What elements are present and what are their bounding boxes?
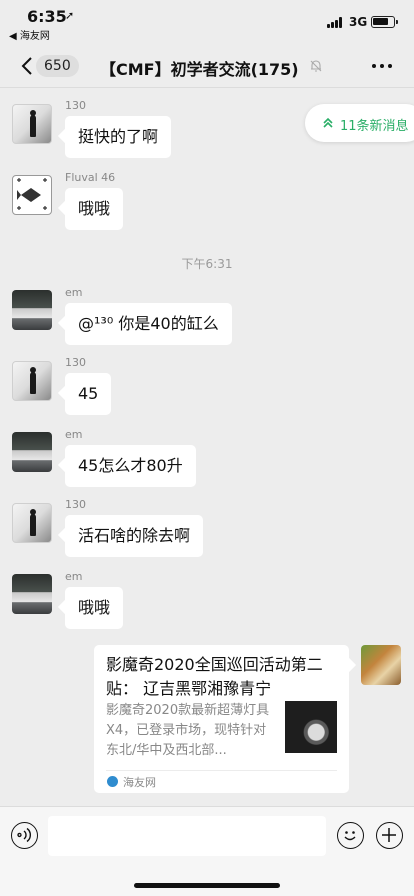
link-card-title: 影魔奇2020全国巡回活动第二贴： 辽吉黑鄂湘豫青宁 [106,655,323,698]
voice-icon[interactable] [11,822,38,849]
link-card-thumbnail [285,701,337,753]
sender-name: em [65,428,83,441]
new-messages-label: 11条新消息 [340,119,409,134]
my-avatar[interactable] [361,645,401,685]
sender-name: 130 [65,498,86,511]
message-bubble[interactable]: 挺快的了啊 [65,116,172,158]
avatar[interactable] [12,503,52,543]
message-input[interactable] [48,816,326,856]
avatar[interactable] [12,290,52,330]
avatar[interactable] [12,361,52,401]
status-time: 6:35 [27,7,67,26]
chat-header: 650 【CMF】初学者交流(175) [0,44,414,88]
sender-name: Fluval 46 [65,171,116,184]
more-icon[interactable] [370,56,394,76]
avatar[interactable] [12,104,52,144]
link-card[interactable]: 影魔奇2020全国巡回活动第二贴： 辽吉黑鄂湘豫青宁 影魔奇2020款最新超薄灯… [94,645,349,793]
back-to-app-link[interactable]: ◀ 海友网 [9,27,50,42]
emoji-icon[interactable] [337,822,364,849]
avatar[interactable] [12,432,52,472]
message-bubble[interactable]: 哦哦 [65,587,124,629]
sender-name: em [65,570,83,583]
status-bar: 6:35 ➚ ◀ 海友网 3G [0,0,414,44]
message-bubble[interactable]: 活石啥的除去啊 [65,515,204,557]
plus-icon[interactable] [376,822,403,849]
divider [106,770,337,771]
message-bubble[interactable]: @¹³⁰ 你是40的缸么 [65,303,232,345]
message-bubble[interactable]: 45 [65,373,112,415]
avatar[interactable] [12,175,52,215]
sender-name: 130 [65,356,86,369]
message-bubble[interactable]: 45怎么才80升 [65,445,196,487]
message-bubble[interactable]: 哦哦 [65,188,124,230]
link-card-source: 海友网 [123,776,156,789]
unread-count-badge[interactable]: 650 [36,55,79,77]
link-card-description: 影魔奇2020款最新超薄灯具X4，已登录市场，现特针对东北/华中及西北部... [106,703,270,758]
new-messages-pill[interactable]: 11条新消息 [305,104,414,142]
sender-name: em [65,286,83,299]
sender-name: 130 [65,99,86,112]
bell-mute-icon [310,60,322,72]
home-indicator [134,883,280,888]
network-type: 3G [349,15,368,29]
chat-timestamp: 下午6:31 [181,257,233,271]
battery-icon [371,16,398,28]
source-logo-icon [107,776,118,787]
signal-icon [327,17,344,28]
chat-title[interactable]: 【CMF】初学者交流(175) [100,56,330,80]
double-chevron-up-icon [323,117,333,128]
location-arrow-icon: ➚ [65,9,75,22]
avatar[interactable] [12,574,52,614]
